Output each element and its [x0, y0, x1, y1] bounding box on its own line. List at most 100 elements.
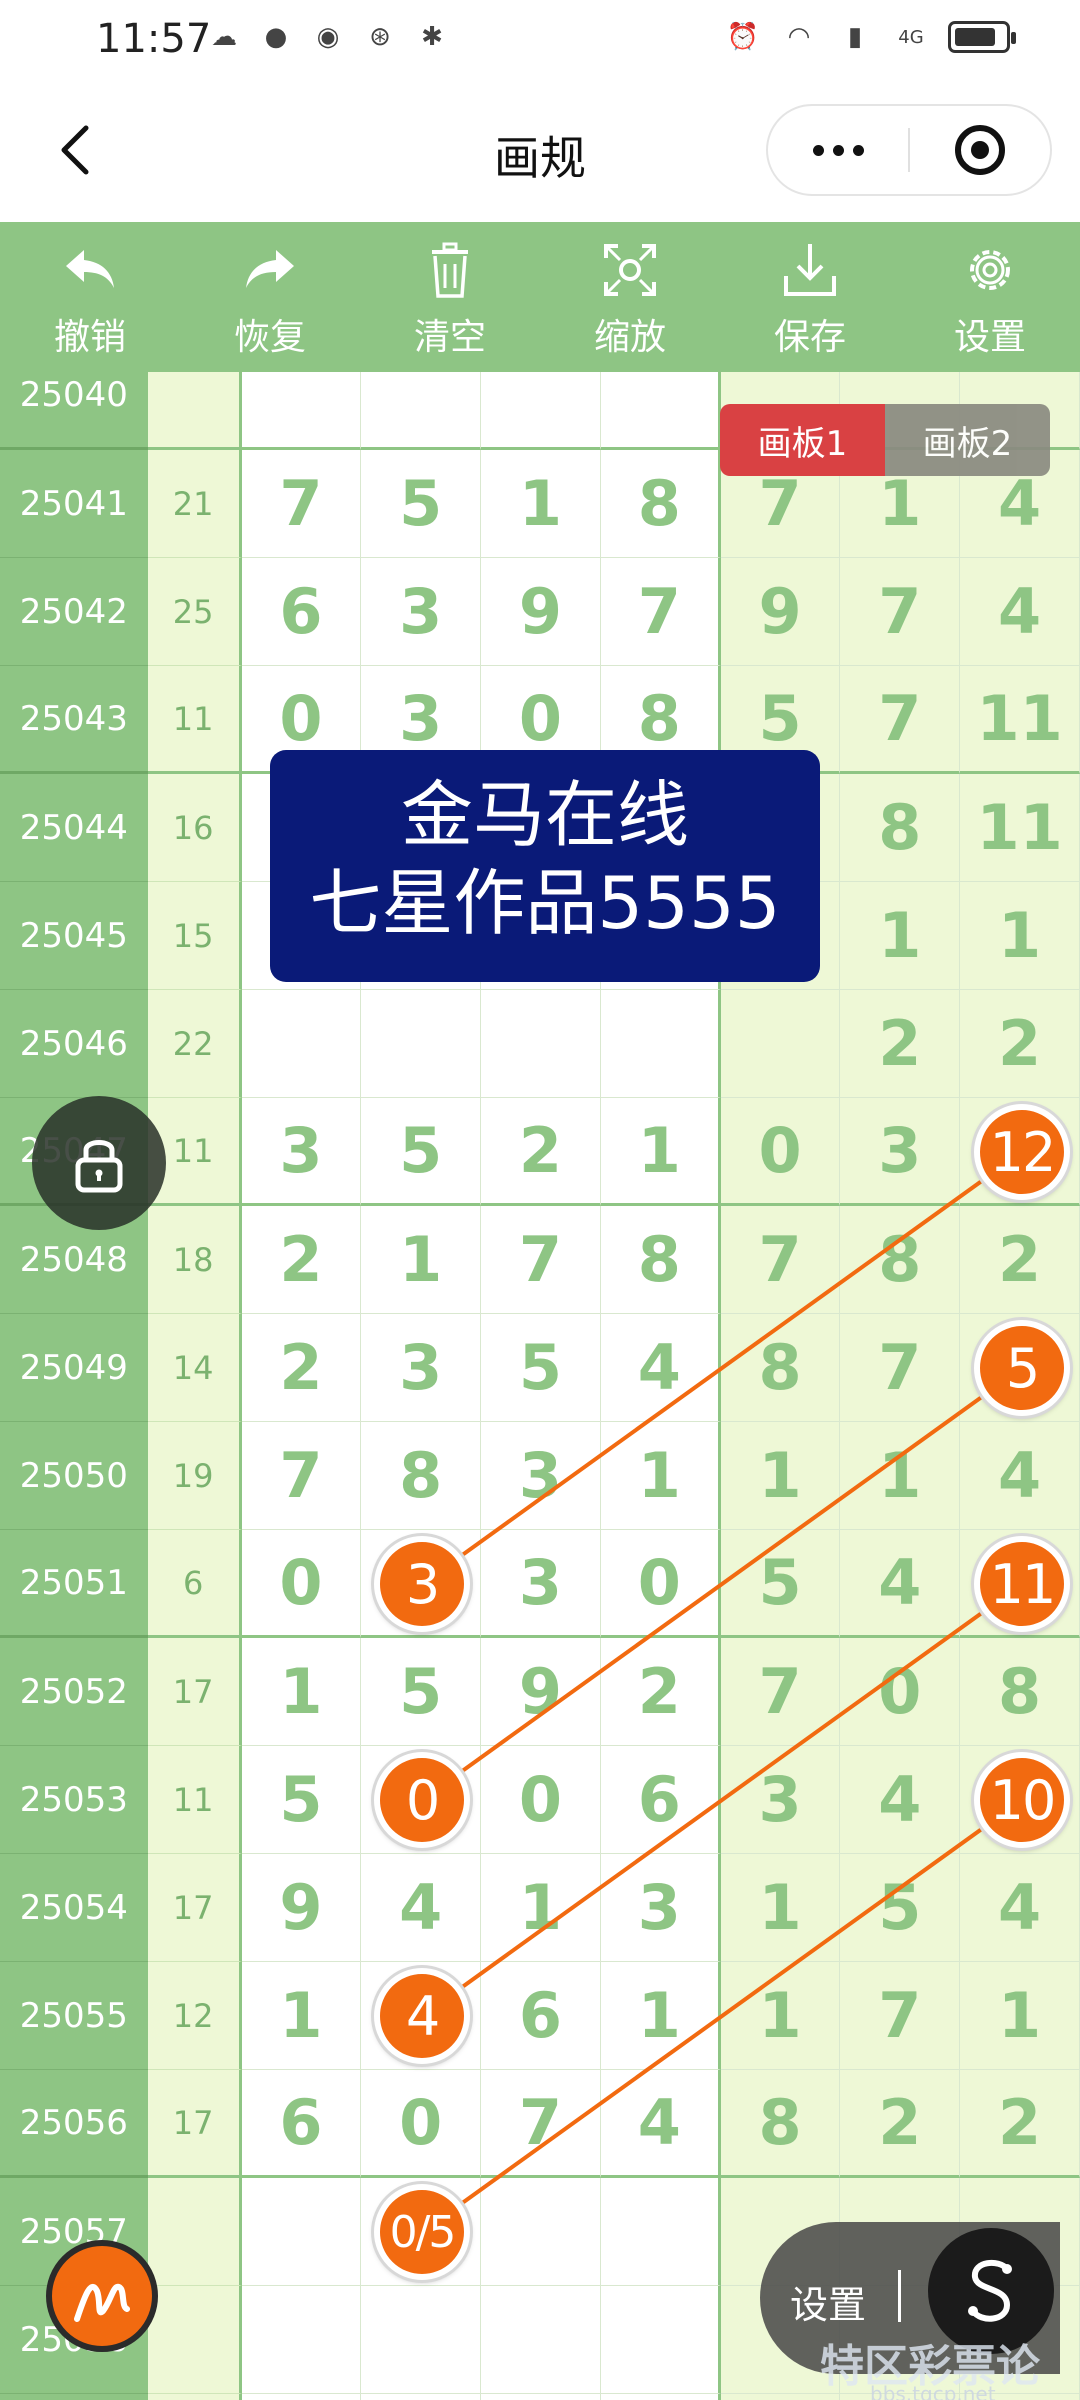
digit-cell[interactable]: 8: [361, 1422, 482, 1530]
more-button[interactable]: [768, 144, 908, 156]
tab-board-2[interactable]: 画板2: [885, 404, 1050, 476]
digit-cell[interactable]: 1: [960, 882, 1080, 990]
digit-cell[interactable]: [241, 2286, 362, 2394]
digit-cell[interactable]: 1: [241, 1962, 362, 2070]
lock-button[interactable]: [32, 1096, 166, 1230]
digit-cell[interactable]: [361, 372, 482, 450]
digit-cell[interactable]: 0: [840, 1638, 961, 1746]
digit-cell[interactable]: [600, 2286, 721, 2394]
digit-cell[interactable]: [600, 2394, 721, 2400]
orange-marker[interactable]: 3: [374, 1536, 470, 1632]
tab-board-1[interactable]: 画板1: [720, 404, 885, 476]
digit-cell[interactable]: [481, 990, 601, 1098]
digit-cell[interactable]: 2: [600, 1638, 721, 1746]
digit-cell[interactable]: 3: [840, 1098, 961, 1206]
digit-cell[interactable]: 7: [241, 450, 362, 558]
digit-cell[interactable]: 5: [481, 1314, 601, 1422]
digit-cell[interactable]: [361, 2394, 482, 2400]
digit-cell[interactable]: 8: [840, 1206, 961, 1314]
digit-cell[interactable]: 1: [840, 1422, 961, 1530]
digit-cell[interactable]: 1: [481, 1854, 601, 1962]
clear-button[interactable]: 清空: [360, 222, 540, 372]
digit-cell[interactable]: 4: [600, 1314, 721, 1422]
digit-cell[interactable]: 5: [720, 1530, 841, 1638]
digit-cell[interactable]: 2: [960, 2070, 1080, 2178]
digit-cell[interactable]: 6: [241, 2070, 362, 2178]
digit-cell[interactable]: 1: [600, 1962, 721, 2070]
digit-cell[interactable]: 8: [720, 1314, 841, 1422]
digit-cell[interactable]: 1: [720, 1422, 841, 1530]
digit-cell[interactable]: 1: [241, 1638, 362, 1746]
digit-cell[interactable]: 4: [840, 1530, 961, 1638]
digit-cell[interactable]: 3: [361, 558, 482, 666]
digit-cell[interactable]: 9: [241, 1854, 362, 1962]
digit-cell[interactable]: 5: [361, 450, 482, 558]
close-miniapp-button[interactable]: [910, 125, 1050, 175]
digit-cell[interactable]: [481, 2178, 601, 2286]
digit-cell[interactable]: 4: [361, 1854, 482, 1962]
pen-button[interactable]: [46, 2240, 158, 2352]
orange-marker[interactable]: 5: [974, 1320, 1070, 1416]
digit-cell[interactable]: [481, 2286, 601, 2394]
digit-cell[interactable]: [241, 2178, 362, 2286]
digit-cell[interactable]: 5: [840, 1854, 961, 1962]
digit-cell[interactable]: 9: [481, 558, 601, 666]
digit-cell[interactable]: 3: [361, 1314, 482, 1422]
digit-cell[interactable]: 7: [840, 558, 961, 666]
digit-cell[interactable]: 0: [241, 1530, 362, 1638]
float-settings-button[interactable]: 设置: [790, 2274, 866, 2329]
digit-cell[interactable]: 3: [481, 1530, 601, 1638]
digit-cell[interactable]: 8: [720, 2070, 841, 2178]
digit-cell[interactable]: 2: [840, 990, 961, 1098]
digit-cell[interactable]: [241, 372, 362, 450]
digit-cell[interactable]: 1: [361, 1206, 482, 1314]
digit-cell[interactable]: 3: [481, 1422, 601, 1530]
digit-cell[interactable]: 1: [481, 450, 601, 558]
digit-cell[interactable]: 3: [241, 1098, 362, 1206]
digit-cell[interactable]: [481, 2394, 601, 2400]
orange-marker[interactable]: 0: [374, 1752, 470, 1848]
digit-cell[interactable]: 1: [600, 1422, 721, 1530]
digit-cell[interactable]: 2: [960, 1206, 1080, 1314]
digit-cell[interactable]: 4: [600, 2070, 721, 2178]
digit-cell[interactable]: 0: [720, 1098, 841, 1206]
digit-cell[interactable]: 7: [600, 558, 721, 666]
digit-cell[interactable]: 5: [361, 1638, 482, 1746]
digit-cell[interactable]: [241, 2394, 362, 2400]
digit-cell[interactable]: 4: [960, 1422, 1080, 1530]
digit-cell[interactable]: 8: [600, 1206, 721, 1314]
digit-cell[interactable]: 0: [481, 1746, 601, 1854]
digit-cell[interactable]: 3: [720, 1746, 841, 1854]
digit-cell[interactable]: [481, 372, 601, 450]
draw-board[interactable]: 25040 25041 21 7 5 1 8 7 1 4 25042 25 6 3 9 7 9 7 4 25043 11…: [0, 372, 1080, 2400]
digit-cell[interactable]: 3: [600, 1854, 721, 1962]
digit-cell[interactable]: 5: [241, 1746, 362, 1854]
digit-cell[interactable]: [600, 2178, 721, 2286]
digit-cell[interactable]: 8: [600, 450, 721, 558]
digit-cell[interactable]: [600, 372, 721, 450]
digit-cell[interactable]: 9: [481, 1638, 601, 1746]
digit-cell[interactable]: 8: [960, 1638, 1080, 1746]
redo-button[interactable]: 恢复: [180, 222, 360, 372]
digit-cell[interactable]: 1: [600, 1098, 721, 1206]
digit-cell[interactable]: 1: [840, 882, 961, 990]
digit-cell[interactable]: 1: [960, 1962, 1080, 2070]
digit-cell[interactable]: [241, 990, 362, 1098]
save-button[interactable]: 保存: [720, 222, 900, 372]
orange-marker[interactable]: 10: [974, 1752, 1070, 1848]
digit-cell[interactable]: [600, 990, 721, 1098]
digit-cell[interactable]: 2: [481, 1098, 601, 1206]
digit-cell[interactable]: 7: [720, 1638, 841, 1746]
digit-cell[interactable]: 6: [600, 1746, 721, 1854]
undo-button[interactable]: 撤销: [0, 222, 180, 372]
digit-cell[interactable]: [361, 2286, 482, 2394]
digit-cell[interactable]: 1: [720, 1962, 841, 2070]
digit-cell[interactable]: 4: [960, 1854, 1080, 1962]
digit-cell[interactable]: 4: [960, 558, 1080, 666]
digit-cell[interactable]: 7: [481, 1206, 601, 1314]
digit-cell[interactable]: 6: [481, 1962, 601, 2070]
digit-cell[interactable]: [720, 990, 841, 1098]
digit-cell[interactable]: 9: [720, 558, 841, 666]
digit-cell[interactable]: 1: [720, 1854, 841, 1962]
orange-marker[interactable]: 0/5: [374, 2184, 470, 2280]
